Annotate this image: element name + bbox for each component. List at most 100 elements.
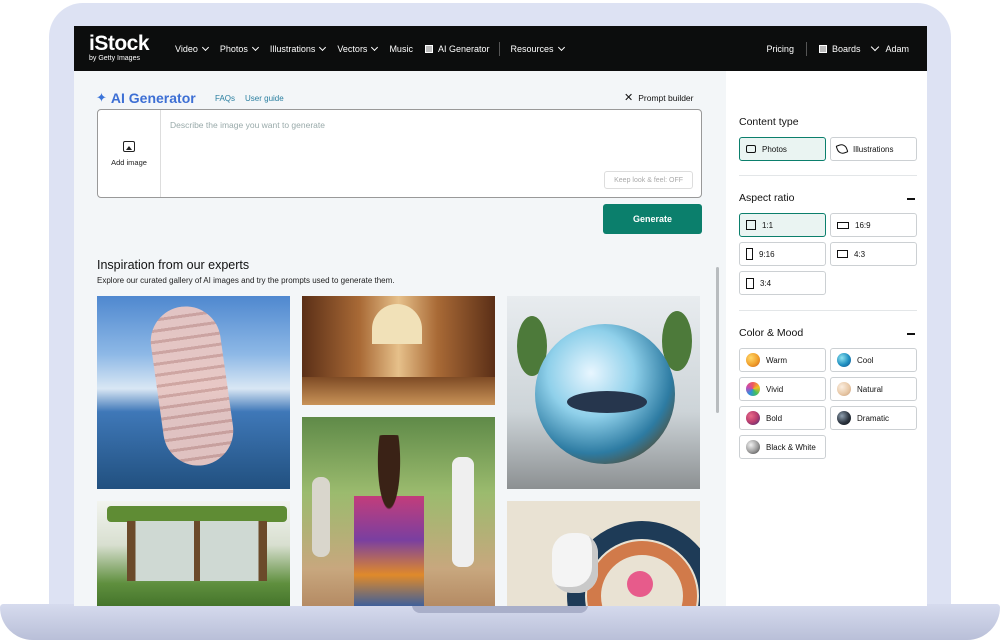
generate-label: Generate	[632, 214, 673, 224]
sparkle-icon: ✦	[96, 90, 107, 105]
nav-photos[interactable]: Photos	[219, 43, 259, 54]
collapse-icon[interactable]	[907, 198, 915, 200]
content-type-title: Content type	[739, 116, 799, 128]
nav-boards-label: Boards	[831, 43, 861, 54]
gallery-image-astronaut[interactable]	[507, 501, 700, 606]
browser-screen: iStock by Getty Images Video Photos Illu…	[74, 26, 927, 606]
floor-shape	[302, 377, 495, 405]
content-type-illustrations[interactable]: Illustrations	[830, 137, 917, 161]
background-person	[312, 477, 330, 557]
gallery-image-portrait[interactable]	[302, 417, 495, 606]
mood-dramatic[interactable]: Dramatic	[830, 406, 917, 430]
ai-generator-heading: ✦ AI Generator	[96, 90, 196, 106]
nav-right: Pricing Boards Adam	[754, 26, 909, 71]
ratio-9-16-label: 9:16	[759, 249, 775, 259]
page-title: AI Generator	[110, 90, 196, 106]
pen-icon	[835, 142, 849, 156]
wide-ratio-icon	[837, 221, 849, 229]
black-white-swatch-icon	[746, 440, 760, 454]
ratio-3-4[interactable]: 3:4	[739, 271, 826, 295]
logo-text: iStock	[89, 32, 150, 55]
mood-vivid[interactable]: Vivid	[739, 377, 826, 401]
nav-video[interactable]: Video	[175, 43, 209, 54]
keep-look-toggle[interactable]: Keep look & feel: OFF	[604, 171, 693, 189]
nav-pricing-label: Pricing	[766, 43, 794, 54]
nav-ai-generator-label: AI Generator	[437, 43, 490, 54]
ratio-16-9-label: 16:9	[855, 220, 871, 230]
prompt-builder-label: Prompt builder	[638, 92, 694, 103]
mood-natural[interactable]: Natural	[830, 377, 917, 401]
color-mood-title: Color & Mood	[739, 327, 804, 339]
generate-button[interactable]: Generate	[603, 204, 702, 234]
mood-warm[interactable]: Warm	[739, 348, 826, 372]
gallery-image-staircase[interactable]	[97, 296, 290, 489]
ratio-4-3-label: 4:3	[854, 249, 866, 259]
nav-vectors[interactable]: Vectors	[337, 43, 379, 54]
tall-ratio-icon	[746, 248, 753, 260]
add-image-button[interactable]: Add image	[98, 110, 161, 197]
nav-photos-label: Photos	[219, 43, 248, 54]
user-guide-link[interactable]: User guide	[245, 94, 284, 103]
camera-icon	[746, 145, 756, 153]
chevron-down-icon	[871, 42, 880, 52]
nav-resources[interactable]: Resources	[510, 43, 565, 54]
gallery-image-whale-globe[interactable]	[507, 296, 700, 489]
ratio-16-9[interactable]: 16:9	[830, 213, 917, 237]
ratio-1-1[interactable]: 1:1	[739, 213, 826, 237]
inspiration-title: Inspiration from our experts	[97, 258, 250, 272]
user-name: Adam	[885, 43, 909, 54]
mood-black-white-label: Black & White	[766, 442, 816, 452]
ratio-9-16[interactable]: 9:16	[739, 242, 826, 266]
prompt-box: Add image Keep look & feel: OFF	[97, 109, 702, 198]
istock-logo[interactable]: iStock by Getty Images	[89, 32, 150, 62]
content-type-photos[interactable]: Photos	[739, 137, 826, 161]
wand-icon: ✕	[624, 92, 634, 104]
gallery-image-glass-house[interactable]	[97, 501, 290, 606]
ratio-1-1-label: 1:1	[762, 220, 774, 230]
keep-look-label: Keep look & feel: OFF	[614, 176, 683, 184]
faqs-link[interactable]: FAQs	[215, 94, 235, 103]
nav-boards[interactable]: Boards	[818, 43, 861, 54]
vivid-swatch-icon	[746, 382, 760, 396]
nav-menu: Video Photos Illustrations Vectors Music…	[175, 26, 576, 71]
divider	[739, 310, 917, 311]
nav-illustrations[interactable]: Illustrations	[269, 43, 327, 54]
natural-swatch-icon	[837, 382, 851, 396]
gallery-image-library[interactable]	[302, 296, 495, 405]
mood-natural-label: Natural	[857, 384, 883, 394]
staircase-shape	[146, 301, 238, 471]
main-content: ✦ AI Generator FAQs User guide ✕ Prompt …	[74, 71, 726, 606]
chevron-down-icon	[371, 43, 379, 51]
astronaut-shape	[552, 533, 598, 593]
nav-resources-label: Resources	[510, 43, 554, 54]
ratio-4-3[interactable]: 4:3	[830, 242, 917, 266]
illustrations-label: Illustrations	[853, 144, 894, 154]
nav-ai-generator[interactable]: AI Generator	[424, 43, 490, 54]
add-image-label: Add image	[111, 157, 147, 167]
nav-divider	[805, 41, 807, 56]
mood-bold-label: Bold	[766, 413, 783, 423]
nav-music-label: Music	[389, 43, 413, 54]
mood-vivid-label: Vivid	[766, 384, 784, 394]
prompt-builder-button[interactable]: ✕ Prompt builder	[624, 91, 694, 104]
roof-shape	[107, 506, 287, 522]
window-shape	[372, 304, 422, 344]
nav-illustrations-label: Illustrations	[269, 43, 316, 54]
warm-swatch-icon	[746, 353, 760, 367]
nav-divider	[499, 41, 501, 56]
prompt-input[interactable]	[170, 120, 690, 130]
main-scrollbar[interactable]	[716, 267, 719, 413]
mood-cool[interactable]: Cool	[830, 348, 917, 372]
mood-black-white[interactable]: Black & White	[739, 435, 826, 459]
collapse-icon[interactable]	[907, 333, 915, 335]
chevron-down-icon	[557, 43, 565, 51]
nav-music[interactable]: Music	[389, 44, 413, 54]
user-menu[interactable]: Adam	[871, 42, 909, 54]
mood-cool-label: Cool	[857, 355, 874, 365]
inspiration-subtitle: Explore our curated gallery of AI images…	[97, 276, 395, 285]
bold-swatch-icon	[746, 411, 760, 425]
landscape-ratio-icon	[837, 250, 848, 258]
mood-bold[interactable]: Bold	[739, 406, 826, 430]
dramatic-swatch-icon	[837, 411, 851, 425]
nav-pricing[interactable]: Pricing	[766, 44, 794, 54]
